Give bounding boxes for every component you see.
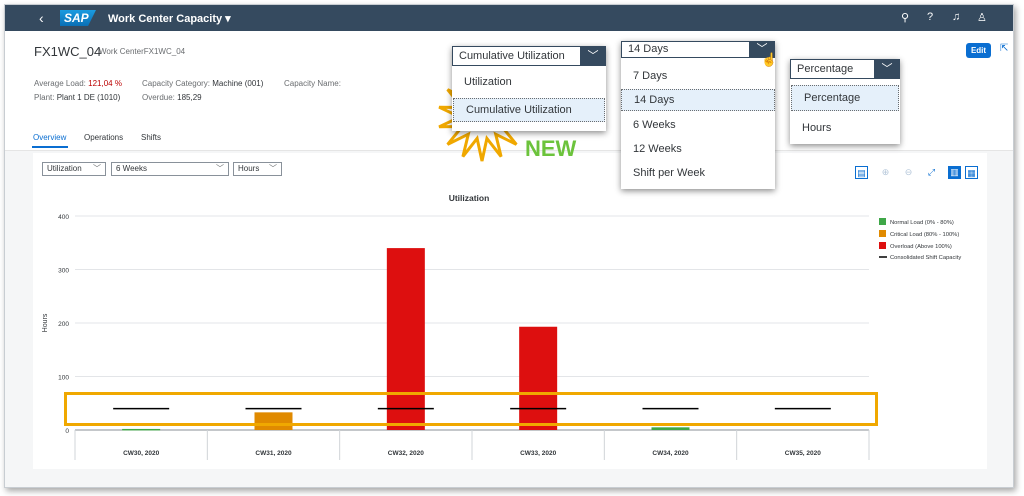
y-tick-label: 100 bbox=[58, 375, 69, 382]
chevron-down-icon[interactable]: ﹀ bbox=[874, 59, 900, 79]
legend-swatch bbox=[879, 218, 886, 225]
period-option-14days[interactable]: 14 Days bbox=[621, 89, 775, 111]
legend-label: Overload (Above 100%) bbox=[890, 244, 952, 250]
x-category-label: CW34, 2020 bbox=[652, 450, 689, 457]
period-popover: 14 Days ﹀ 7 Days 14 Days 6 Weeks 12 Week… bbox=[621, 41, 775, 189]
y-axis-label: Hours bbox=[42, 313, 49, 332]
period-option-6weeks[interactable]: 6 Weeks bbox=[621, 114, 775, 136]
y-tick-label: 400 bbox=[58, 214, 69, 221]
x-category-label: CW35, 2020 bbox=[785, 450, 822, 457]
unit-popover-selected: Percentage bbox=[797, 63, 854, 75]
x-category-label: CW33, 2020 bbox=[520, 450, 557, 457]
y-tick-label: 0 bbox=[65, 428, 69, 435]
y-tick-label: 300 bbox=[58, 268, 69, 275]
new-callout: NEW bbox=[525, 136, 577, 161]
legend-label: Consolidated Shift Capacity bbox=[890, 255, 961, 261]
bar-normal bbox=[651, 427, 690, 430]
view-option-utilization[interactable]: Utilization bbox=[452, 72, 604, 92]
period-popover-selected: 14 Days bbox=[628, 43, 669, 55]
chart-title: Utilization bbox=[449, 193, 490, 203]
view-popover-selected: Cumulative Utilization bbox=[459, 50, 565, 62]
unit-option-hours[interactable]: Hours bbox=[790, 117, 900, 139]
unit-popover-header[interactable]: Percentage ﹀ bbox=[790, 59, 900, 79]
x-category-label: CW32, 2020 bbox=[388, 450, 425, 457]
period-option-12weeks[interactable]: 12 Weeks bbox=[621, 138, 775, 160]
chevron-down-icon[interactable]: ﹀ bbox=[580, 46, 606, 66]
legend-swatch bbox=[879, 230, 886, 237]
y-tick-label: 200 bbox=[58, 321, 69, 328]
unit-option-percentage[interactable]: Percentage bbox=[791, 85, 899, 111]
period-option-7days[interactable]: 7 Days bbox=[621, 65, 775, 87]
highlight-box bbox=[64, 392, 878, 426]
unit-popover: Percentage ﹀ Percentage Hours bbox=[790, 59, 900, 144]
x-category-label: CW31, 2020 bbox=[255, 450, 292, 457]
legend-swatch bbox=[879, 242, 886, 249]
view-popover-header[interactable]: Cumulative Utilization ﹀ bbox=[452, 46, 606, 66]
period-popover-header[interactable]: 14 Days ﹀ bbox=[621, 41, 775, 58]
chart-legend: Normal Load (0% - 80%) Critical Load (80%… bbox=[879, 218, 961, 261]
mouse-cursor-icon: ☝ bbox=[761, 52, 778, 67]
legend-label: Normal Load (0% - 80%) bbox=[890, 220, 954, 226]
legend-label: Critical Load (80% - 100%) bbox=[890, 232, 959, 238]
x-category-label: CW30, 2020 bbox=[123, 450, 160, 457]
x-axis-categories: CW30, 2020 CW31, 2020 CW32, 2020 CW33, 2020… bbox=[74, 430, 870, 460]
bar-normal bbox=[122, 428, 161, 431]
view-popover: Cumulative Utilization ﹀ Utilization Cum… bbox=[452, 46, 606, 131]
app-window: ‹ SAP Work Center Capacity ▾ ⚲ ? ♫ ♙ FX1… bbox=[4, 4, 1014, 488]
view-option-cumulative[interactable]: Cumulative Utilization bbox=[453, 98, 605, 122]
period-option-shift-per-week[interactable]: Shift per Week bbox=[621, 162, 775, 184]
